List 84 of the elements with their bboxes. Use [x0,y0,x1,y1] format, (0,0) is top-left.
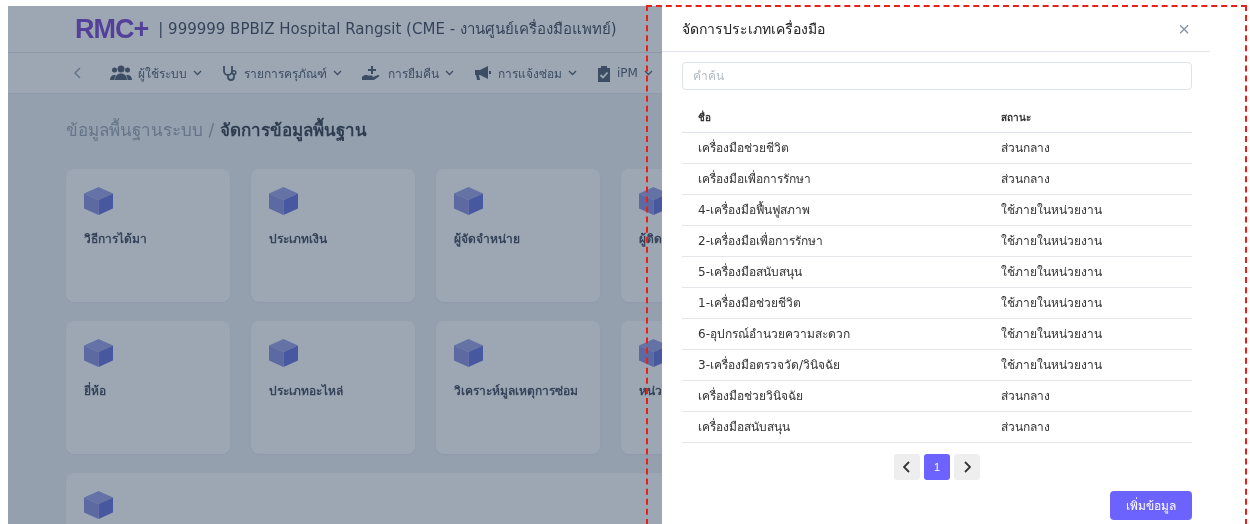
nav-menu-item[interactable]: การยืมคืน [362,63,454,83]
table-cell: 3-เครื่องมือตรวจวัด/วินิจฉัย [698,357,840,372]
table-row[interactable]: เครื่องมือสนับสนุน ส่วนกลาง [682,411,1192,443]
table-row[interactable]: 4-เครื่องมือฟื้นฟูสภาพ ใช้ภายในหน่วยงาน [682,194,1192,226]
cube-icon [269,187,298,215]
table-cell: ใช้ภายในหน่วยงาน [1001,264,1102,279]
column-header: สถานะ [1001,111,1031,123]
menu-card[interactable]: ประเภทเงิน [251,169,415,302]
card-label: ประเภทเงิน [269,231,328,248]
chevron-down-icon [643,70,653,76]
chevron-down-icon [568,70,577,76]
card-label: ผู้ติด [639,231,662,248]
cube-icon [454,339,483,367]
card-label: ยี่ห้อ [84,381,107,400]
table-cell: 4-เครื่องมือฟื้นฟูสภาพ [698,202,810,217]
table-cell: ส่วนกลาง [1001,388,1050,403]
table-row[interactable]: 2-เครื่องมือเพื่อการรักษา ใช้ภายในหน่วยงาน [682,225,1192,257]
table-cell: เครื่องมือสนับสนุน [698,419,790,434]
nav-menu-item[interactable]: การแจ้งซ่อม [474,63,577,83]
stethoscope-icon [222,65,238,81]
card-label: ประเภทอะไหล่ [269,383,344,400]
chevron-down-icon [193,70,202,76]
logo: RMC+ [75,13,149,45]
next-page-button[interactable] [954,454,980,480]
table-cell: ส่วนกลาง [1001,140,1050,155]
card-label: ผู้จัดจำหน่าย [454,231,521,248]
chevron-down-icon [445,70,454,76]
table-row[interactable]: เครื่องมือช่วยชีวิต ส่วนกลาง [682,132,1192,164]
table-row[interactable]: 5-เครื่องมือสนับสนุน ใช้ภายในหน่วยงาน [682,256,1192,288]
menu-card[interactable]: ผู้ติด [621,169,662,302]
page-heading: จัดการข้อมูลพื้นฐาน [220,116,368,143]
cube-icon [269,339,298,367]
page-number-button[interactable]: 1 [924,454,950,480]
chevron-down-icon [333,70,342,76]
cube-icon [84,491,113,519]
panel-title: จัดการประเภทเครื่องมือ [682,19,825,39]
nav-menu-item[interactable]: iPM [597,64,653,82]
table-cell: ใช้ภายในหน่วยงาน [1001,202,1102,217]
menu-card[interactable]: วิธีการได้มา [66,169,230,302]
table-cell: เครื่องมือช่วยวินิจฉัย [698,388,803,403]
menu-card[interactable]: หน่ว [621,321,662,454]
table-cell: 2-เครื่องมือเพื่อการรักษา [698,233,823,248]
card-label: วิธีการได้มา [84,231,148,248]
close-button[interactable]: × [1174,18,1194,39]
table-cell: ใช้ภายในหน่วยงาน [1001,295,1102,310]
table-cell: 5-เครื่องมือสนับสนุน [698,264,802,279]
cube-icon [454,187,483,215]
add-button[interactable]: เพิ่มข้อมูล [1110,491,1192,520]
table-cell: ส่วนกลาง [1001,419,1050,434]
nav-menu-item[interactable]: ผู้ใช้ระบบ [110,63,202,83]
table-cell: 1-เครื่องมือช่วยชีวิต [698,295,801,310]
table-row[interactable]: เครื่องมือช่วยวินิจฉัย ส่วนกลาง [682,380,1192,412]
hand-plus-icon [362,65,382,81]
cube-icon [84,187,113,215]
clipboard-check-icon [597,64,611,82]
cube-icon [639,187,662,215]
table-row[interactable]: 3-เครื่องมือตรวจวัด/วินิจฉัย ใช้ภายในหน่วยงาน [682,349,1192,381]
menu-card[interactable]: วิเคราะห์มูลเหตุการซ่อม [436,321,600,454]
chevron-right-icon [963,461,971,473]
search-field[interactable]: คำค้น [682,62,1192,90]
table-cell: เครื่องมือเพื่อการรักษา [698,171,811,186]
previous-page-button[interactable] [894,454,920,480]
table-row[interactable]: 1-เครื่องมือช่วยชีวิต ใช้ภายในหน่วยงาน [682,287,1192,319]
table-cell: ใช้ภายในหน่วยงาน [1001,357,1102,372]
card-label: วิเคราะห์มูลเหตุการซ่อม [454,383,579,400]
card-label: หน่ว [639,383,662,400]
table-cell: ส่วนกลาง [1001,171,1050,186]
megaphone-icon [474,65,492,81]
table-row[interactable]: เครื่องมือเพื่อการรักษา ส่วนกลาง [682,163,1192,195]
table-cell: 6-อุปกรณ์อำนวยความสะดวก [698,326,850,341]
menu-card[interactable]: ยี่ห้อ [66,321,230,454]
menu-card[interactable]: ประเภทอะไหล่ [251,321,415,454]
cube-icon [639,339,662,367]
table-cell: เครื่องมือช่วยชีวิต [698,140,789,155]
table-cell: ใช้ภายในหน่วยงาน [1001,326,1102,341]
users-icon [110,65,132,81]
cube-icon [84,339,113,367]
column-header: ชื่อ [698,111,711,123]
table-cell: ใช้ภายในหน่วยงาน [1001,233,1102,248]
table-row[interactable]: 6-อุปกรณ์อำนวยความสะดวก ใช้ภายในหน่วยงาน [682,318,1192,350]
hospital-title: | 999999 BPBIZ Hospital Rangsit (CME - งานศูนย์เครื่องมือแพทย์) [158,18,617,40]
menu-card[interactable]: ผู้จัดจำหน่าย [436,169,600,302]
chevron-left-icon [903,461,911,473]
nav-menu-item[interactable]: รายการครุภัณฑ์ [222,63,342,83]
